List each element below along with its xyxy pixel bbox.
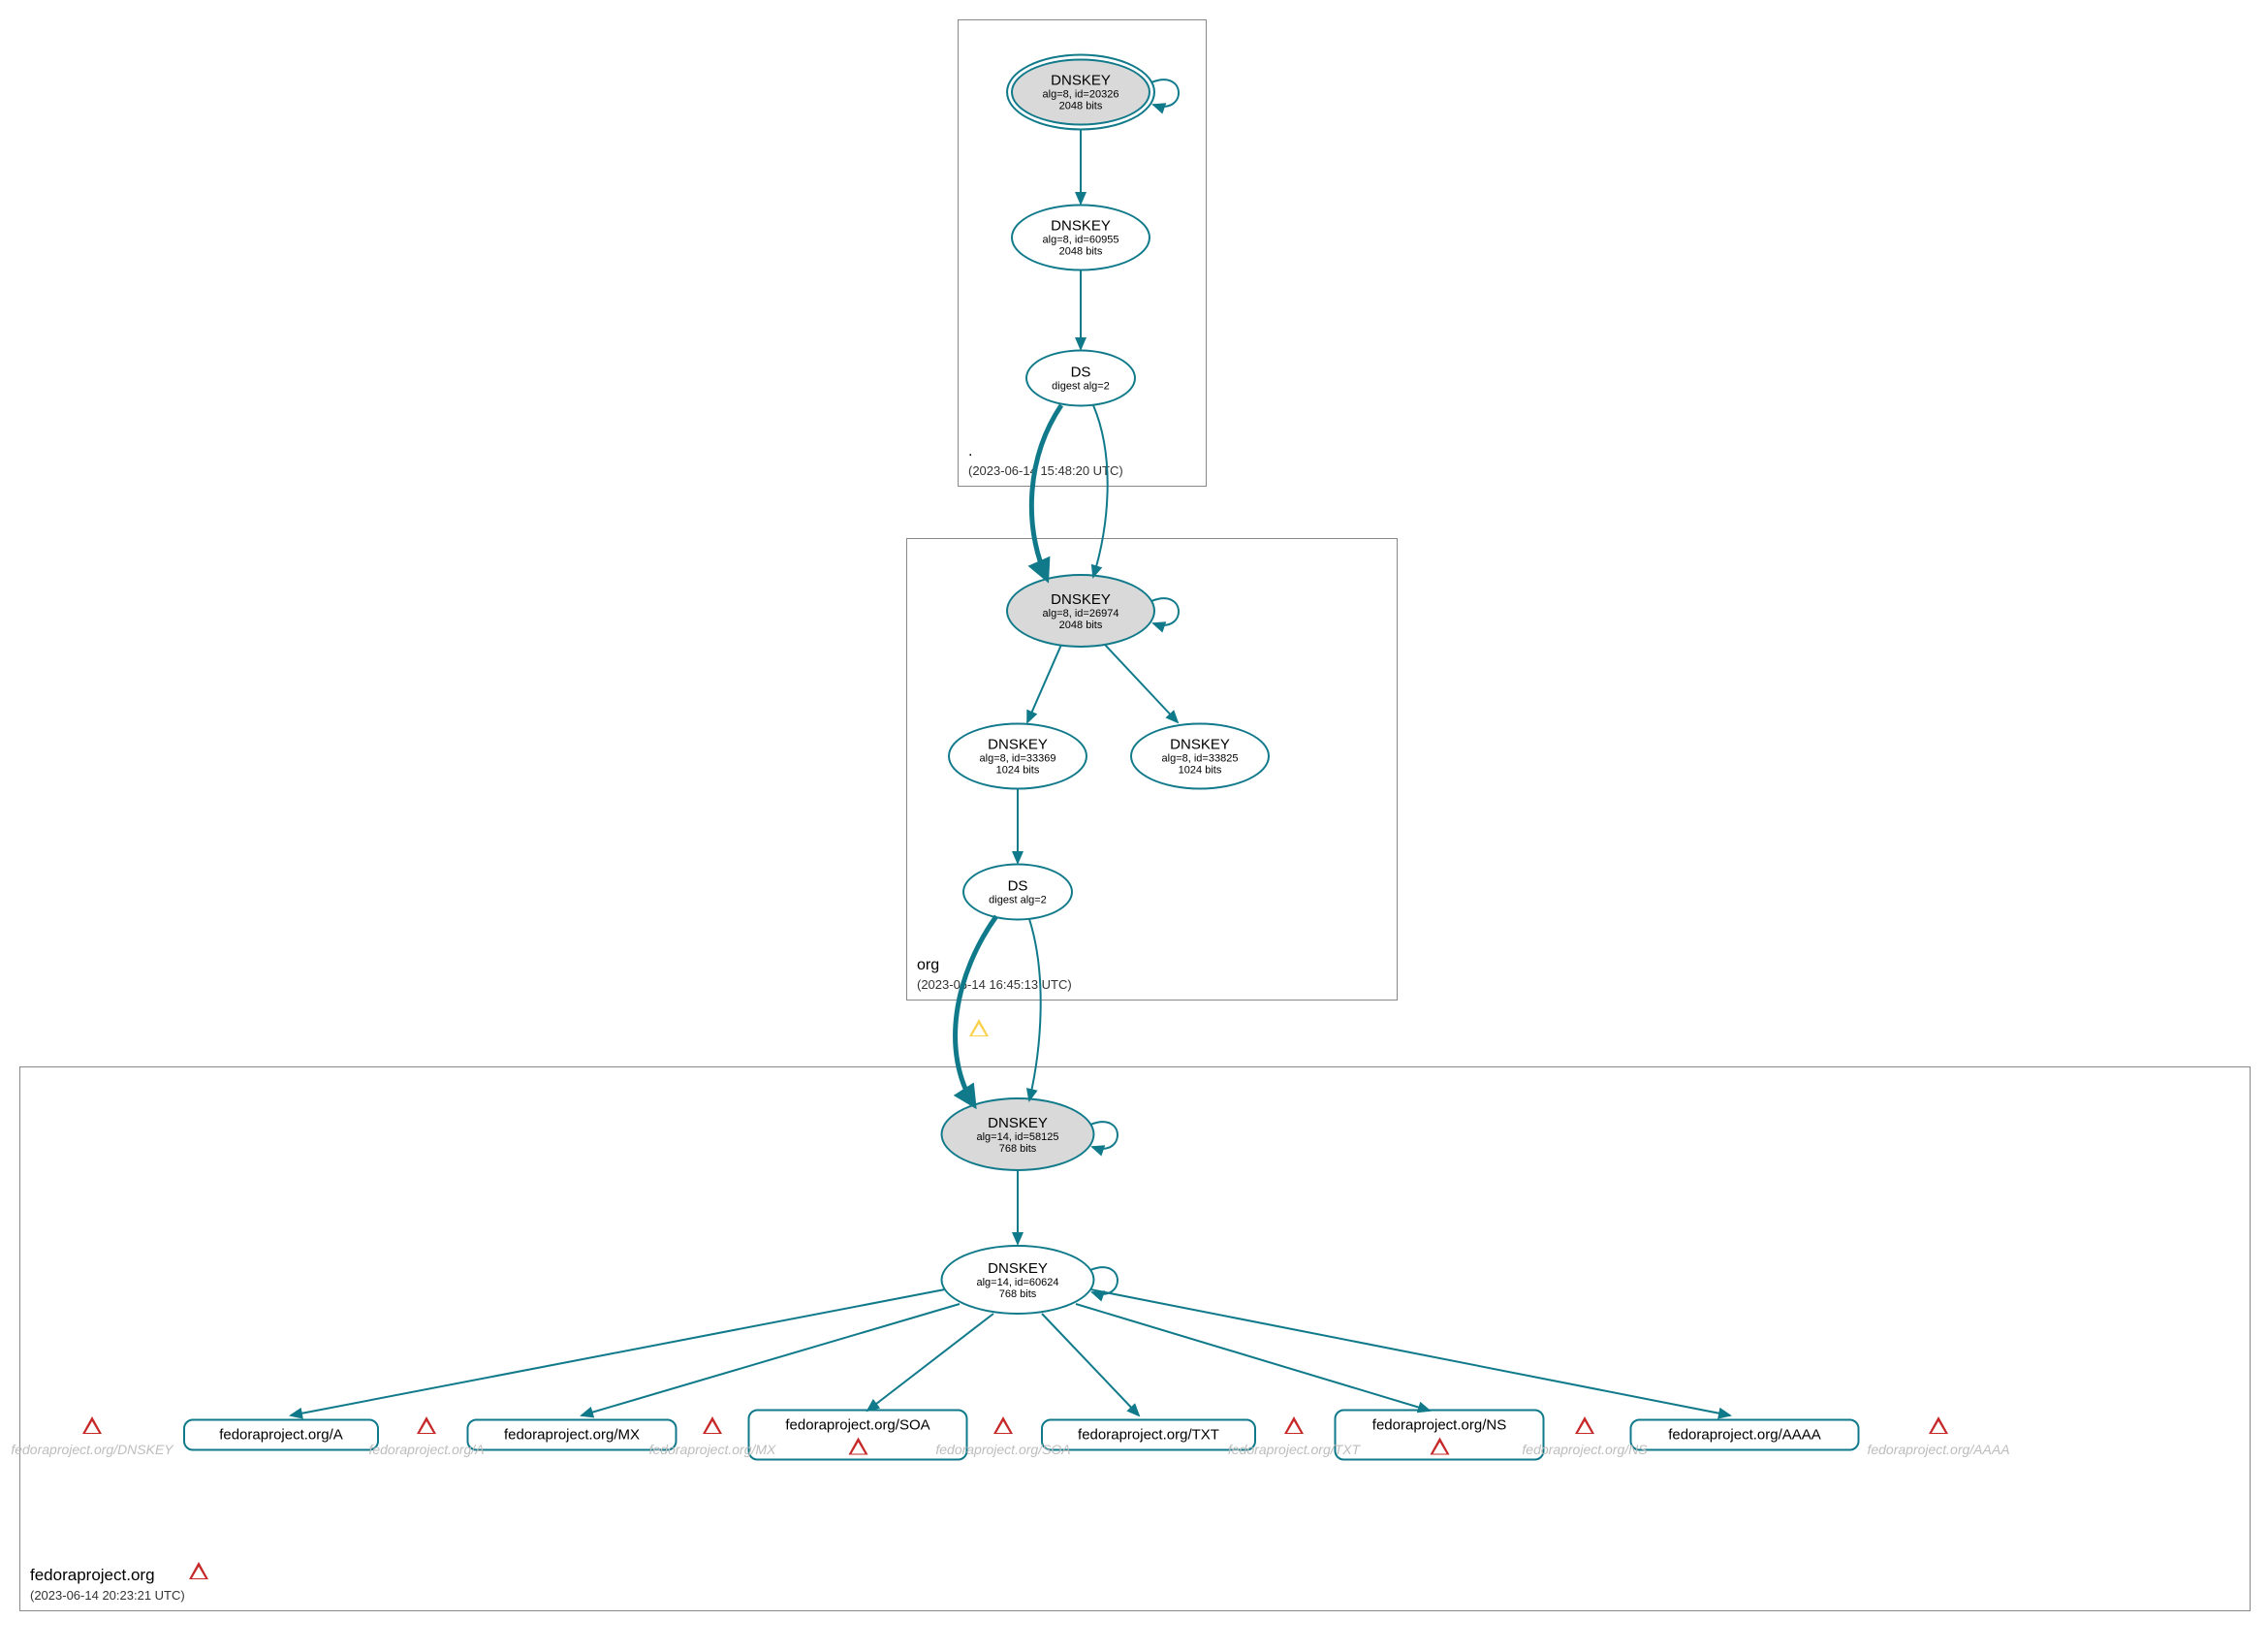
org-zsk2-line3: 1024 bits xyxy=(1179,765,1222,777)
root-ds: DS digest alg=2 xyxy=(1025,350,1136,407)
fedora-dnskey-ksk: DNSKEY alg=14, id=58125 768 bits xyxy=(941,1097,1095,1171)
fedora-dnskey-zsk: DNSKEY alg=14, id=60624 768 bits xyxy=(941,1245,1095,1315)
record-aaaa: fedoraproject.org/AAAA xyxy=(1630,1419,1860,1451)
warning-icon xyxy=(1284,1416,1304,1434)
root-ksk-line2: alg=8, id=20326 xyxy=(1043,89,1119,101)
org-ksk-line3: 2048 bits xyxy=(1059,620,1103,631)
org-ds-line2: digest alg=2 xyxy=(989,895,1047,906)
root-zsk-title: DNSKEY xyxy=(1051,218,1111,235)
org-ds: DS digest alg=2 xyxy=(962,864,1073,921)
ghost-a: fedoraproject.org/A xyxy=(368,1442,484,1457)
org-dnskey-zsk-33825: DNSKEY alg=8, id=33825 1024 bits xyxy=(1130,723,1270,790)
org-zsk1-line3: 1024 bits xyxy=(996,765,1040,777)
org-zsk1-title: DNSKEY xyxy=(988,737,1048,753)
record-mx-label: fedoraproject.org/MX xyxy=(504,1427,640,1444)
warning-icon xyxy=(703,1416,722,1434)
record-a-label: fedoraproject.org/A xyxy=(219,1427,343,1444)
org-dnskey-ksk: DNSKEY alg=8, id=26974 2048 bits xyxy=(1006,574,1155,648)
record-aaaa-label: fedoraproject.org/AAAA xyxy=(1668,1427,1821,1444)
root-ksk-title: DNSKEY xyxy=(1051,73,1111,89)
root-ds-line2: digest alg=2 xyxy=(1052,381,1110,393)
ghost-soa: fedoraproject.org/SOA xyxy=(935,1442,1070,1457)
record-soa-label: fedoraproject.org/SOA xyxy=(785,1417,929,1434)
fedora-ksk-line3: 768 bits xyxy=(999,1143,1037,1155)
warning-icon xyxy=(993,1416,1013,1434)
zone-fedora-label: fedoraproject.org xyxy=(30,1566,155,1585)
warning-icon xyxy=(1929,1416,1948,1434)
zone-org-timestamp: (2023-06-14 16:45:13 UTC) xyxy=(917,977,1072,992)
warning-icon xyxy=(1430,1438,1449,1455)
record-ns-label: fedoraproject.org/NS xyxy=(1372,1417,1506,1434)
warning-icon xyxy=(848,1438,867,1455)
fedora-ksk-title: DNSKEY xyxy=(988,1115,1048,1131)
fedora-zsk-line3: 768 bits xyxy=(999,1288,1037,1300)
ghost-aaaa: fedoraproject.org/AAAA xyxy=(1867,1442,2009,1457)
zone-org-label: org xyxy=(917,957,939,974)
ghost-ns: fedoraproject.org/NS xyxy=(1522,1442,1647,1457)
ghost-txt: fedoraproject.org/TXT xyxy=(1228,1442,1360,1457)
fedora-zsk-line2: alg=14, id=60624 xyxy=(976,1277,1058,1288)
record-txt: fedoraproject.org/TXT xyxy=(1041,1419,1256,1451)
org-zsk2-line2: alg=8, id=33825 xyxy=(1162,753,1239,765)
record-mx: fedoraproject.org/MX xyxy=(467,1419,677,1451)
root-dnskey-zsk: DNSKEY alg=8, id=60955 2048 bits xyxy=(1011,205,1150,271)
ghost-mx: fedoraproject.org/MX xyxy=(649,1442,776,1457)
org-zsk1-line2: alg=8, id=33369 xyxy=(980,753,1056,765)
warning-yellow-icon xyxy=(969,1019,989,1036)
root-dnskey-ksk: DNSKEY alg=8, id=20326 2048 bits xyxy=(1006,54,1155,131)
zone-root-label: . xyxy=(968,443,972,461)
org-ds-title: DS xyxy=(1008,878,1028,895)
warning-icon xyxy=(82,1416,102,1434)
root-zsk-line2: alg=8, id=60955 xyxy=(1043,235,1119,246)
org-ksk-title: DNSKEY xyxy=(1051,591,1111,608)
zone-fedora: fedoraproject.org (2023-06-14 20:23:21 U… xyxy=(19,1066,2251,1611)
fedora-zsk-title: DNSKEY xyxy=(988,1260,1048,1277)
org-dnskey-zsk-33369: DNSKEY alg=8, id=33369 1024 bits xyxy=(948,723,1087,790)
warning-icon xyxy=(1575,1416,1594,1434)
zone-fedora-timestamp: (2023-06-14 20:23:21 UTC) xyxy=(30,1588,185,1603)
warning-icon xyxy=(417,1416,436,1434)
warning-icon xyxy=(189,1562,208,1579)
zone-root-timestamp: (2023-06-14 15:48:20 UTC) xyxy=(968,463,1123,478)
record-txt-label: fedoraproject.org/TXT xyxy=(1078,1427,1219,1444)
record-a: fedoraproject.org/A xyxy=(183,1419,379,1451)
org-zsk2-title: DNSKEY xyxy=(1170,737,1230,753)
root-zsk-line3: 2048 bits xyxy=(1059,246,1103,258)
record-ns: fedoraproject.org/NS xyxy=(1335,1410,1545,1461)
org-ksk-line2: alg=8, id=26974 xyxy=(1043,608,1119,620)
fedora-ksk-line2: alg=14, id=58125 xyxy=(976,1131,1058,1143)
root-ksk-line3: 2048 bits xyxy=(1059,101,1103,112)
root-ds-title: DS xyxy=(1071,365,1091,381)
ghost-dnskey: fedoraproject.org/DNSKEY xyxy=(11,1442,173,1457)
